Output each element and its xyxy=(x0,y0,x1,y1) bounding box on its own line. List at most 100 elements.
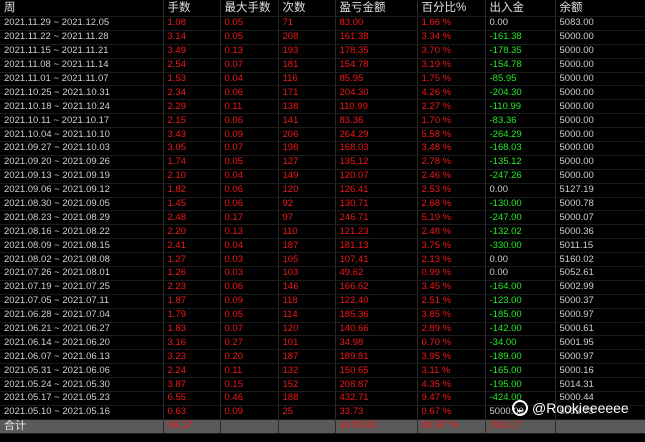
cell-lots: 2.54 xyxy=(163,58,221,73)
cell-trades: 138 xyxy=(278,99,336,115)
cell-max-lots: 0.07 xyxy=(220,141,279,156)
cell-balance: 5000.97 xyxy=(555,349,645,365)
cell-balance: 5052.61 xyxy=(555,266,645,281)
watermark-text: @Rookieeeeee xyxy=(532,400,629,416)
header-trades[interactable]: 次数 xyxy=(278,0,336,17)
cell-percent: 1.75 % xyxy=(417,72,486,87)
cell-profit: 181.13 xyxy=(335,238,418,254)
table-row[interactable]: 2021.10.18 ~ 2021.10.24 2.29 0.11 138 110.99… xyxy=(0,99,645,115)
cell-week-range: 2021.09.13 ~ 2021.09.19 xyxy=(0,169,164,184)
cell-percent: 1.70 % xyxy=(417,113,486,129)
cell-percent: 2.27 % xyxy=(417,99,486,115)
cell-trades: 110 xyxy=(278,224,336,240)
table-row[interactable]: 2021.09.27 ~ 2021.10.03 3.05 0.07 198 168.03… xyxy=(0,141,645,156)
header-max-lots[interactable]: 最大手数 xyxy=(220,0,279,17)
cell-deposit-withdrawal: -161.38 xyxy=(485,30,556,45)
cell-week-range: 2021.06.14 ~ 2021.06.20 xyxy=(0,335,164,351)
cell-lots: 2.29 xyxy=(163,99,221,115)
report-window: 周 手数 最大手数 次数 盈亏金额 百分比% 出入金 余额 2021.11.29… xyxy=(0,0,645,442)
table-row[interactable]: 2021.08.09 ~ 2021.08.15 2.41 0.04 187 181.13… xyxy=(0,238,645,254)
cell-max-lots: 0.46 xyxy=(220,391,279,406)
cell-trades: 171 xyxy=(278,85,336,101)
cell-percent: 0.67 % xyxy=(417,405,486,420)
cell-week-range: 2021.09.20 ~ 2021.09.26 xyxy=(0,155,164,170)
header-deposit-withdrawal[interactable]: 出入金 xyxy=(485,0,556,17)
cell-trades: 187 xyxy=(278,349,336,365)
table-row[interactable]: 2021.06.14 ~ 2021.06.20 3.16 0.27 101 34.98 0… xyxy=(0,335,645,351)
cell-trades: 71 xyxy=(278,16,336,31)
cell-profit: 107.41 xyxy=(335,252,418,268)
table-row[interactable]: 2021.11.08 ~ 2021.11.14 2.54 0.07 181 154.78… xyxy=(0,58,645,73)
table-row[interactable]: 2021.05.24 ~ 2021.05.30 3.87 0.15 152 208.87… xyxy=(0,377,645,393)
total-deposit-withdrawal: 704.17 xyxy=(485,418,556,434)
cell-max-lots: 0.04 xyxy=(220,169,279,184)
table-row[interactable]: 2021.11.15 ~ 2021.11.21 3.49 0.13 193 178.35… xyxy=(0,44,645,59)
cell-week-range: 2021.06.28 ~ 2021.07.04 xyxy=(0,308,164,323)
cell-deposit-withdrawal: -123.00 xyxy=(485,294,556,309)
table-row[interactable]: 2021.10.11 ~ 2021.10.17 2.15 0.06 141 83.36 1… xyxy=(0,113,645,129)
table-row[interactable]: 2021.09.06 ~ 2021.09.12 1.82 0.06 120 126.41… xyxy=(0,183,645,198)
table-row[interactable]: 2021.08.23 ~ 2021.08.29 2.48 0.17 97 246.71 5… xyxy=(0,210,645,226)
table-row[interactable]: 2021.07.05 ~ 2021.07.11 1.87 0.09 118 122.40… xyxy=(0,294,645,309)
cell-profit: 120.07 xyxy=(335,169,418,184)
cell-balance: 5000.36 xyxy=(555,224,645,240)
cell-balance: 5000.00 xyxy=(555,72,645,87)
cell-lots: 2.48 xyxy=(163,210,221,226)
table-row[interactable]: 2021.09.20 ~ 2021.09.26 1.74 0.05 127 135.12… xyxy=(0,155,645,170)
cell-week-range: 2021.05.24 ~ 2021.05.30 xyxy=(0,377,164,393)
cell-percent: 3.70 % xyxy=(417,44,486,59)
table-row[interactable]: 2021.10.25 ~ 2021.10.31 2.34 0.06 171 204.30… xyxy=(0,85,645,101)
cell-lots: 2.24 xyxy=(163,363,221,379)
table-row[interactable]: 2021.11.22 ~ 2021.11.28 3.14 0.05 208 161.38… xyxy=(0,30,645,45)
cell-lots: 2.10 xyxy=(163,169,221,184)
cell-lots: 1.53 xyxy=(163,72,221,87)
cell-lots: 3.43 xyxy=(163,127,221,143)
table-row[interactable]: 2021.08.16 ~ 2021.08.22 2.20 0.13 110 121.23… xyxy=(0,224,645,240)
table-row[interactable]: 2021.06.21 ~ 2021.06.27 1.83 0.07 120 140.66… xyxy=(0,322,645,337)
cell-week-range: 2021.07.19 ~ 2021.07.25 xyxy=(0,280,164,295)
table-row[interactable]: 2021.10.04 ~ 2021.10.10 3.43 0.09 206 264.29… xyxy=(0,127,645,143)
table-row[interactable]: 2021.08.02 ~ 2021.08.08 1.27 0.03 105 107.41… xyxy=(0,252,645,268)
cell-balance: 5000.00 xyxy=(555,30,645,45)
cell-max-lots: 0.17 xyxy=(220,210,279,226)
cell-balance: 5014.31 xyxy=(555,377,645,393)
header-balance[interactable]: 余额 xyxy=(555,0,645,17)
cell-deposit-withdrawal: -135.12 xyxy=(485,155,556,170)
cell-max-lots: 0.06 xyxy=(220,280,279,295)
header-lots[interactable]: 手数 xyxy=(163,0,221,17)
header-percent[interactable]: 百分比% xyxy=(417,0,486,17)
cell-percent: 2.89 % xyxy=(417,322,486,337)
cell-profit: 122.40 xyxy=(335,294,418,309)
total-trades xyxy=(278,418,336,434)
cell-trades: 188 xyxy=(278,391,336,406)
table-row[interactable]: 2021.07.19 ~ 2021.07.25 2.23 0.06 146 166.62… xyxy=(0,280,645,295)
cell-lots: 1.45 xyxy=(163,197,221,212)
cell-max-lots: 0.11 xyxy=(220,99,279,115)
cell-trades: 105 xyxy=(278,252,336,268)
cell-lots: 1.08 xyxy=(163,16,221,31)
cell-percent: 2.46 % xyxy=(417,169,486,184)
table-row[interactable]: 2021.09.13 ~ 2021.09.19 2.10 0.04 149 120.07… xyxy=(0,169,645,184)
cell-deposit-withdrawal: -247.26 xyxy=(485,169,556,184)
cell-lots: 2.23 xyxy=(163,280,221,295)
table-row[interactable]: 2021.11.01 ~ 2021.11.07 1.53 0.04 116 85.95 1… xyxy=(0,72,645,87)
cell-profit: 185.36 xyxy=(335,308,418,323)
header-week[interactable]: 周 xyxy=(0,0,164,17)
cell-profit: 33.73 xyxy=(335,405,418,420)
table-row[interactable]: 2021.11.29 ~ 2021.12.05 1.08 0.05 71 83.00 1.… xyxy=(0,16,645,31)
cell-balance: 5000.37 xyxy=(555,294,645,309)
cell-deposit-withdrawal: 0.00 xyxy=(485,266,556,281)
cell-trades: 118 xyxy=(278,294,336,309)
cell-lots: 3.49 xyxy=(163,44,221,59)
cell-percent: 2.68 % xyxy=(417,197,486,212)
table-row[interactable]: 2021.06.07 ~ 2021.06.13 3.23 0.20 187 189.81… xyxy=(0,349,645,365)
table-row[interactable]: 2021.07.26 ~ 2021.08.01 1.26 0.03 103 49.62 0… xyxy=(0,266,645,281)
total-max-lots xyxy=(220,418,279,434)
table-row[interactable]: 2021.08.30 ~ 2021.09.05 1.45 0.06 92 130.71 2… xyxy=(0,197,645,212)
cell-balance: 5002.99 xyxy=(555,280,645,295)
header-profit[interactable]: 盈亏金额 xyxy=(335,0,418,17)
cell-max-lots: 0.09 xyxy=(220,127,279,143)
table-row[interactable]: 2021.06.28 ~ 2021.07.04 1.79 0.05 114 185.36… xyxy=(0,308,645,323)
cell-lots: 2.20 xyxy=(163,224,221,240)
table-row[interactable]: 2021.05.31 ~ 2021.06.06 2.24 0.11 132 150.65… xyxy=(0,363,645,379)
